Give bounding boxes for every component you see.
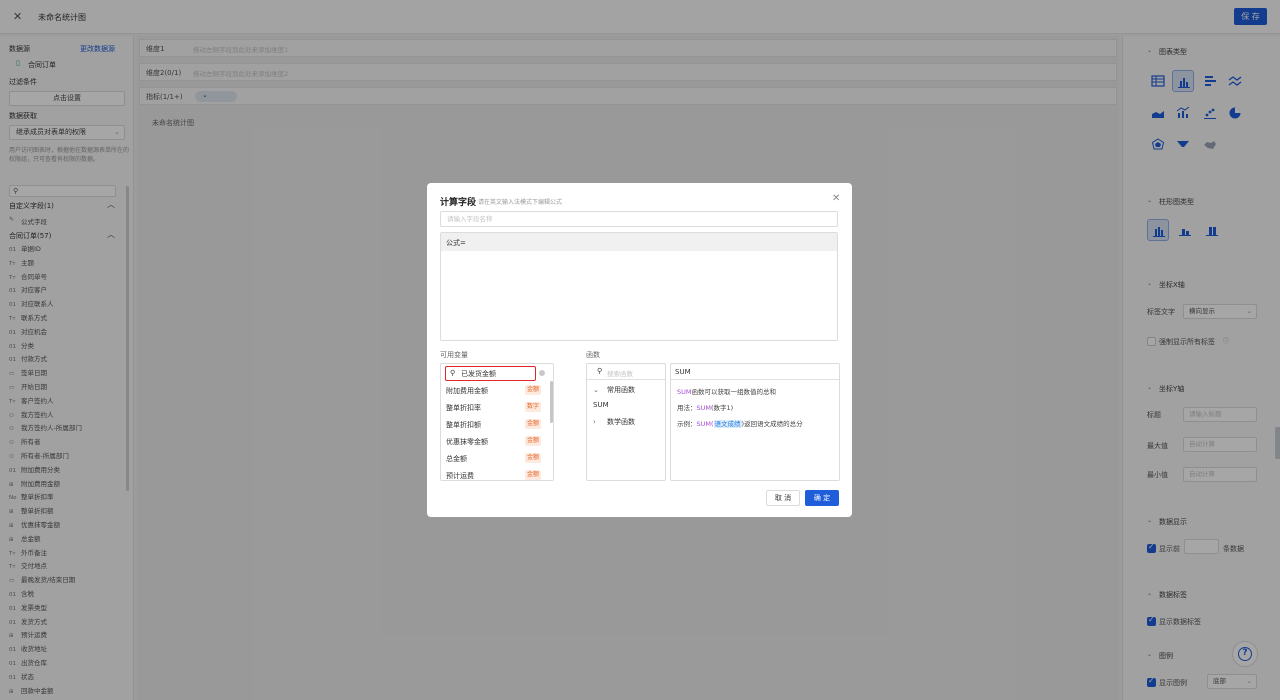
- variable-name: 附加费用金额: [446, 387, 488, 395]
- functions-panel: ⚲ 搜索函数 ⌄ 常用函数 SUM › 数学函数: [586, 363, 666, 481]
- variable-item[interactable]: 附加费用金额 金额: [441, 382, 549, 399]
- variable-type-badge: 金额: [525, 385, 542, 395]
- function-doc-name: SUM: [675, 368, 691, 376]
- variable-type-badge: 金额: [525, 436, 542, 446]
- function-doc-example-fn: SUM(: [696, 420, 714, 428]
- function-doc-usage-label: 用法：: [677, 404, 697, 412]
- function-doc-usage-args: (数字1): [711, 404, 734, 412]
- function-doc-desc-text: 函数可以获取一组数值的总和: [691, 388, 777, 396]
- function-doc-example-label: 示例：: [677, 420, 697, 428]
- function-group-math-label: 数学函数: [607, 418, 635, 426]
- close-icon[interactable]: ✕: [832, 193, 840, 204]
- modal-subtitle: 请在英文输入法模式下编辑公式: [478, 199, 563, 206]
- variable-name: 优惠抹零金额: [446, 438, 488, 446]
- chevron-down-icon: ⌄: [593, 386, 599, 394]
- variable-type-badge: 金额: [525, 453, 542, 463]
- variable-search-input[interactable]: ⚲ 已发货金额: [445, 366, 536, 381]
- function-doc-usage: 用法：SUM(数字1): [677, 402, 733, 412]
- search-icon: ⚲: [597, 367, 603, 375]
- function-group-common[interactable]: ⌄ 常用函数: [593, 385, 635, 395]
- variable-name: 总金额: [446, 455, 467, 463]
- variable-scrollbar[interactable]: [550, 381, 553, 423]
- function-doc-example: 示例：SUM(语文成绩)返回语文成绩的总分: [677, 418, 803, 428]
- function-group-common-label: 常用函数: [607, 386, 635, 394]
- formula-editor[interactable]: 公式=: [440, 232, 838, 341]
- variable-search-value: 已发货金额: [461, 370, 496, 378]
- function-item-sum[interactable]: SUM: [593, 401, 609, 409]
- variable-name: 预计运费: [446, 472, 474, 480]
- variables-panel: ⚲ 已发货金额 附加费用金额 金额 整单折扣率 数字 整单折扣额 金额 优惠抹零金额 金额 总金…: [440, 363, 554, 481]
- variable-item[interactable]: 优惠抹零金额 金额: [441, 433, 549, 450]
- variable-type-badge: 金额: [525, 419, 542, 429]
- function-doc-example-rest: )返回语文成绩的总分: [741, 420, 803, 428]
- variable-name: 整单折扣率: [446, 404, 481, 412]
- modal-title: 计算字段: [440, 198, 477, 208]
- cancel-button[interactable]: 取 消: [766, 490, 800, 506]
- function-group-math[interactable]: › 数学函数: [593, 417, 635, 427]
- function-doc-description: SUM函数可以获取一组数值的总和: [677, 386, 776, 396]
- variable-item[interactable]: 整单折扣额 金额: [441, 416, 549, 433]
- function-doc-panel: SUM SUM函数可以获取一组数值的总和 用法：SUM(数字1) 示例：SUM(…: [670, 363, 840, 481]
- function-search-placeholder: 搜索函数: [607, 370, 633, 378]
- variable-type-badge: 数字: [525, 402, 542, 412]
- variable-item[interactable]: 整单折扣率 数字: [441, 399, 549, 416]
- functions-section-title: 函数: [586, 351, 600, 359]
- variable-item[interactable]: 预计运费 金额: [441, 467, 549, 480]
- function-search-input[interactable]: ⚲ 搜索函数: [587, 364, 665, 380]
- formula-prefix: 公式=: [446, 239, 466, 247]
- calculated-field-modal: 计算字段 请在英文输入法模式下编辑公式 ✕ 请输入字段名称 公式= 可用变量 函…: [427, 183, 852, 517]
- function-doc-desc-fn: SUM: [677, 388, 692, 396]
- function-doc-header: SUM: [671, 364, 839, 380]
- variables-section-title: 可用变量: [440, 351, 468, 359]
- variable-type-badge: 金额: [525, 470, 542, 480]
- function-doc-example-field: 语文成绩: [713, 420, 742, 428]
- confirm-button[interactable]: 确 定: [805, 490, 839, 506]
- search-icon: ⚲: [450, 369, 456, 377]
- variable-list: 附加费用金额 金额 整单折扣率 数字 整单折扣额 金额 优惠抹零金额 金额 总金额 金额 预计运费金…: [441, 382, 549, 480]
- formula-bar: 公式=: [441, 233, 837, 251]
- chevron-right-icon: ›: [593, 418, 596, 426]
- field-name-input[interactable]: 请输入字段名称: [440, 211, 838, 227]
- function-doc-usage-fn: SUM: [696, 404, 712, 412]
- variable-item[interactable]: 总金额 金额: [441, 450, 549, 467]
- variable-name: 整单折扣额: [446, 421, 481, 429]
- clear-search-icon[interactable]: [539, 370, 545, 376]
